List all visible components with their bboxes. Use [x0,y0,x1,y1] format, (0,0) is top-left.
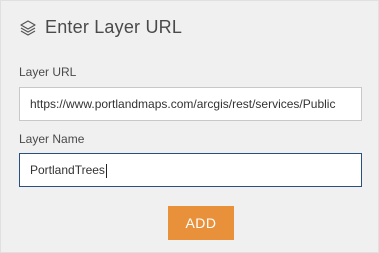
layers-icon [19,19,37,37]
layer-name-value: PortlandTrees [30,163,105,177]
panel-header: Enter Layer URL [19,17,182,38]
add-layer-panel: Enter Layer URL Layer URL https://www.po… [0,0,379,253]
panel-title: Enter Layer URL [45,17,183,37]
layer-name-input[interactable]: PortlandTrees [19,153,362,187]
layer-url-label: Layer URL [19,65,77,79]
layer-url-value: https://www.portlandmaps.com/arcgis/rest… [30,97,336,111]
layer-name-label: Layer Name [19,132,85,146]
layer-url-input[interactable]: https://www.portlandmaps.com/arcgis/rest… [19,87,362,121]
add-button[interactable]: ADD [168,206,234,240]
text-caret [105,163,107,178]
